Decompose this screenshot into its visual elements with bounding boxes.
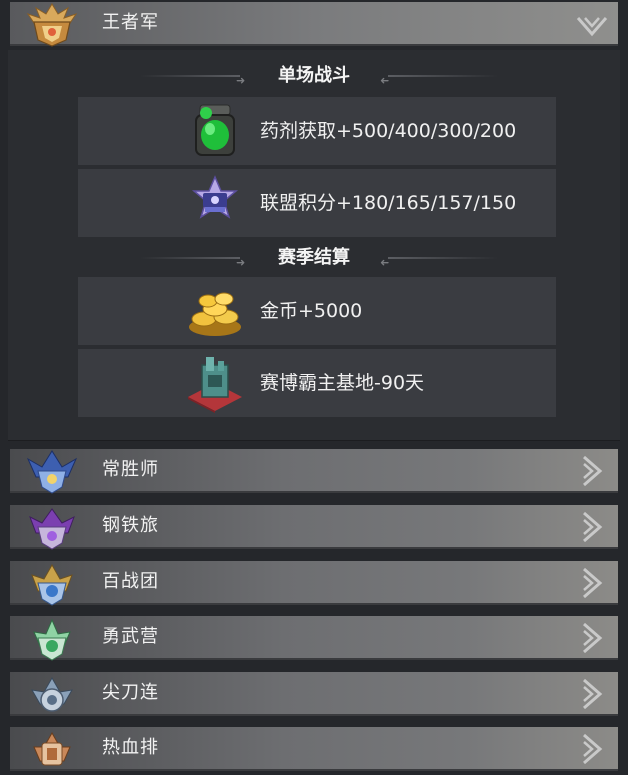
- reward-row: 赛博霸主基地-90天: [78, 349, 556, 417]
- divider-line: [140, 257, 240, 259]
- divider-arrow-icon: ➜: [236, 74, 246, 87]
- reward-row: 药剂获取+500/400/300/200: [78, 97, 556, 165]
- tier-name: 王者军: [102, 12, 159, 33]
- expand-chevron-icon[interactable]: [574, 565, 610, 601]
- ever-victorious-badge-icon: [26, 450, 78, 494]
- tier-header-king[interactable]: 王者军: [0, 0, 628, 50]
- expand-chevron-icon[interactable]: [574, 509, 610, 545]
- divider-line: [388, 257, 498, 259]
- tier-name: 常胜师: [102, 459, 159, 480]
- valor-badge-icon: [33, 618, 71, 661]
- divider-arrow-icon: ➜: [380, 74, 390, 87]
- tier-header-valor[interactable]: 勇武营: [0, 614, 628, 664]
- tier-name: 勇武营: [102, 626, 159, 647]
- hundred-battles-badge-icon: [31, 563, 73, 606]
- section-title-season-settlement: 赛季结算: [278, 247, 350, 268]
- expand-chevron-icon[interactable]: [574, 731, 610, 767]
- green-potion-icon: [195, 104, 235, 156]
- king-badge-icon: [26, 3, 78, 47]
- reward-text: 药剂获取+500/400/300/200: [260, 120, 517, 142]
- expand-chevron-icon[interactable]: [574, 620, 610, 656]
- section-title-single-battle: 单场战斗: [278, 65, 350, 86]
- section-single-battle: ➜ 单场战斗 ➜: [0, 64, 628, 88]
- hot-blood-badge-icon: [33, 731, 71, 766]
- tier-name: 热血排: [102, 737, 159, 758]
- reward-text: 联盟积分+180/165/157/150: [260, 192, 517, 214]
- expand-chevron-icon[interactable]: [574, 453, 610, 489]
- collapse-chevron-icon[interactable]: [574, 6, 610, 42]
- divider-line: [388, 75, 498, 77]
- tier-name: 钢铁旅: [102, 515, 159, 536]
- expand-chevron-icon[interactable]: [574, 676, 610, 712]
- tier-name: 尖刀连: [102, 682, 159, 703]
- tier-name: 百战团: [102, 571, 159, 592]
- section-season-settlement: ➜ 赛季结算 ➜: [0, 246, 628, 270]
- divider-arrow-icon: ➜: [236, 256, 246, 269]
- reward-text: 金币+5000: [260, 300, 363, 322]
- reward-text: 赛博霸主基地-90天: [260, 372, 425, 394]
- tier-header-ever-victorious[interactable]: 常胜师: [0, 447, 628, 497]
- gold-coins-icon: [189, 292, 241, 336]
- spearhead-badge-icon: [31, 676, 73, 712]
- tier-header-spearhead[interactable]: 尖刀连: [0, 670, 628, 720]
- tier-header-steel[interactable]: 钢铁旅: [0, 503, 628, 553]
- reward-row: 金币+5000: [78, 277, 556, 345]
- cyber-base-icon: [188, 357, 242, 413]
- tier-header-hundred-battles[interactable]: 百战团: [0, 559, 628, 609]
- tier-header-hot-blood[interactable]: 热血排: [0, 725, 628, 775]
- divider-arrow-icon: ➜: [380, 256, 390, 269]
- steel-badge-icon: [29, 508, 75, 550]
- reward-row: 联盟积分+180/165/157/150: [78, 169, 556, 237]
- divider-line: [140, 75, 240, 77]
- alliance-points-icon: [191, 175, 239, 219]
